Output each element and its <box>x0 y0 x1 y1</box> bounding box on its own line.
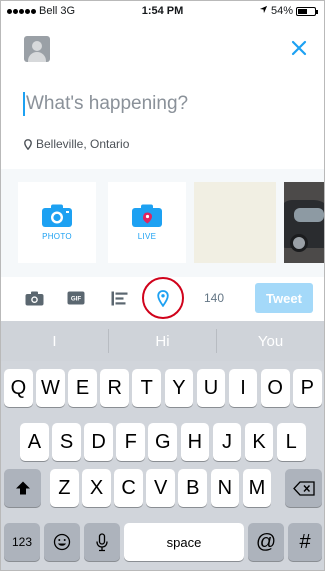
media-picker: PHOTO LIVE <box>1 169 324 277</box>
gif-button[interactable]: GIF <box>65 288 87 308</box>
tweet-input[interactable]: What's happening? <box>23 91 303 117</box>
live-video-icon <box>132 204 162 227</box>
location-highlight-ring <box>142 277 184 319</box>
backspace-key[interactable] <box>285 469 322 507</box>
key-x[interactable]: X <box>82 469 111 507</box>
tweet-placeholder: What's happening? <box>26 93 189 114</box>
photo-button[interactable]: PHOTO <box>18 182 96 263</box>
battery-fill <box>298 8 307 14</box>
location-label: Belleville, Ontario <box>36 137 130 151</box>
photo-label: PHOTO <box>42 232 72 241</box>
key-w[interactable]: W <box>36 369 65 407</box>
character-count: 140 <box>204 291 225 305</box>
key-f[interactable]: F <box>116 423 146 461</box>
key-i[interactable]: I <box>228 369 258 407</box>
key-l[interactable]: L <box>276 423 306 461</box>
key-t[interactable]: T <box>132 369 162 407</box>
poll-icon <box>111 291 128 305</box>
space-key[interactable]: space <box>124 523 244 561</box>
key-e[interactable]: E <box>68 369 97 407</box>
text-caret <box>23 92 25 116</box>
emoji-key[interactable] <box>44 523 80 561</box>
suggestion-item[interactable]: I <box>1 321 108 361</box>
location-arrow-icon <box>259 5 268 17</box>
svg-text:GIF: GIF <box>71 296 82 303</box>
key-n[interactable]: N <box>210 469 240 507</box>
avatar[interactable] <box>24 36 50 62</box>
key-b[interactable]: B <box>178 469 208 507</box>
location-tag[interactable]: Belleville, Ontario <box>24 137 129 151</box>
avatar-body <box>28 52 46 62</box>
tweet-button[interactable]: Tweet <box>255 283 313 313</box>
key-p[interactable]: P <box>292 369 322 407</box>
map-pin-icon <box>24 138 32 150</box>
key-c[interactable]: C <box>114 469 143 507</box>
close-button[interactable] <box>286 35 312 61</box>
compose-tweet-screen: Bell 3G 1:54 PM 54% What's happening? Be… <box>0 0 325 571</box>
key-d[interactable]: D <box>84 423 113 461</box>
emoji-icon <box>53 533 71 551</box>
keyboard: I Hi You 123 space @ # Q W E R T Y U I O… <box>1 321 324 570</box>
key-h[interactable]: H <box>180 423 210 461</box>
status-bar: Bell 3G 1:54 PM 54% <box>1 1 324 21</box>
key-r[interactable]: R <box>100 369 130 407</box>
live-label: LIVE <box>137 232 157 241</box>
backspace-icon <box>292 480 315 496</box>
suggestion-item[interactable]: You <box>217 321 324 361</box>
microphone-icon <box>96 532 108 551</box>
battery-percent: 54% <box>270 5 293 17</box>
hash-key[interactable]: # <box>288 523 322 561</box>
key-j[interactable]: J <box>212 423 242 461</box>
shift-key[interactable] <box>4 469 41 507</box>
key-v[interactable]: V <box>146 469 176 507</box>
key-u[interactable]: U <box>196 369 226 407</box>
key-m[interactable]: M <box>242 469 272 507</box>
numbers-key[interactable]: 123 <box>4 523 40 561</box>
gif-icon: GIF <box>67 291 85 305</box>
key-z[interactable]: Z <box>50 469 79 507</box>
car-window <box>294 208 324 222</box>
dictation-key[interactable] <box>84 523 120 561</box>
key-q[interactable]: Q <box>4 369 33 407</box>
battery-group: 54% <box>259 5 318 17</box>
car-wheel <box>290 234 308 252</box>
key-a[interactable]: A <box>20 423 49 461</box>
key-k[interactable]: K <box>244 423 274 461</box>
close-icon <box>291 40 307 56</box>
battery-icon <box>296 6 318 16</box>
key-o[interactable]: O <box>260 369 290 407</box>
shift-arrow-icon <box>15 481 30 495</box>
camera-button[interactable] <box>23 288 45 308</box>
at-key[interactable]: @ <box>248 523 284 561</box>
recent-photo-thumbnail[interactable] <box>194 182 276 263</box>
key-g[interactable]: G <box>148 423 178 461</box>
camera-icon <box>25 291 43 305</box>
suggestion-item[interactable]: Hi <box>109 321 216 361</box>
avatar-head <box>32 41 42 51</box>
key-s[interactable]: S <box>52 423 81 461</box>
live-button[interactable]: LIVE <box>108 182 186 263</box>
camera-icon <box>42 204 72 227</box>
suggestion-bar: I Hi You <box>1 321 324 361</box>
key-y[interactable]: Y <box>164 369 194 407</box>
poll-button[interactable] <box>109 288 131 308</box>
recent-photo-thumbnail[interactable] <box>284 182 324 263</box>
